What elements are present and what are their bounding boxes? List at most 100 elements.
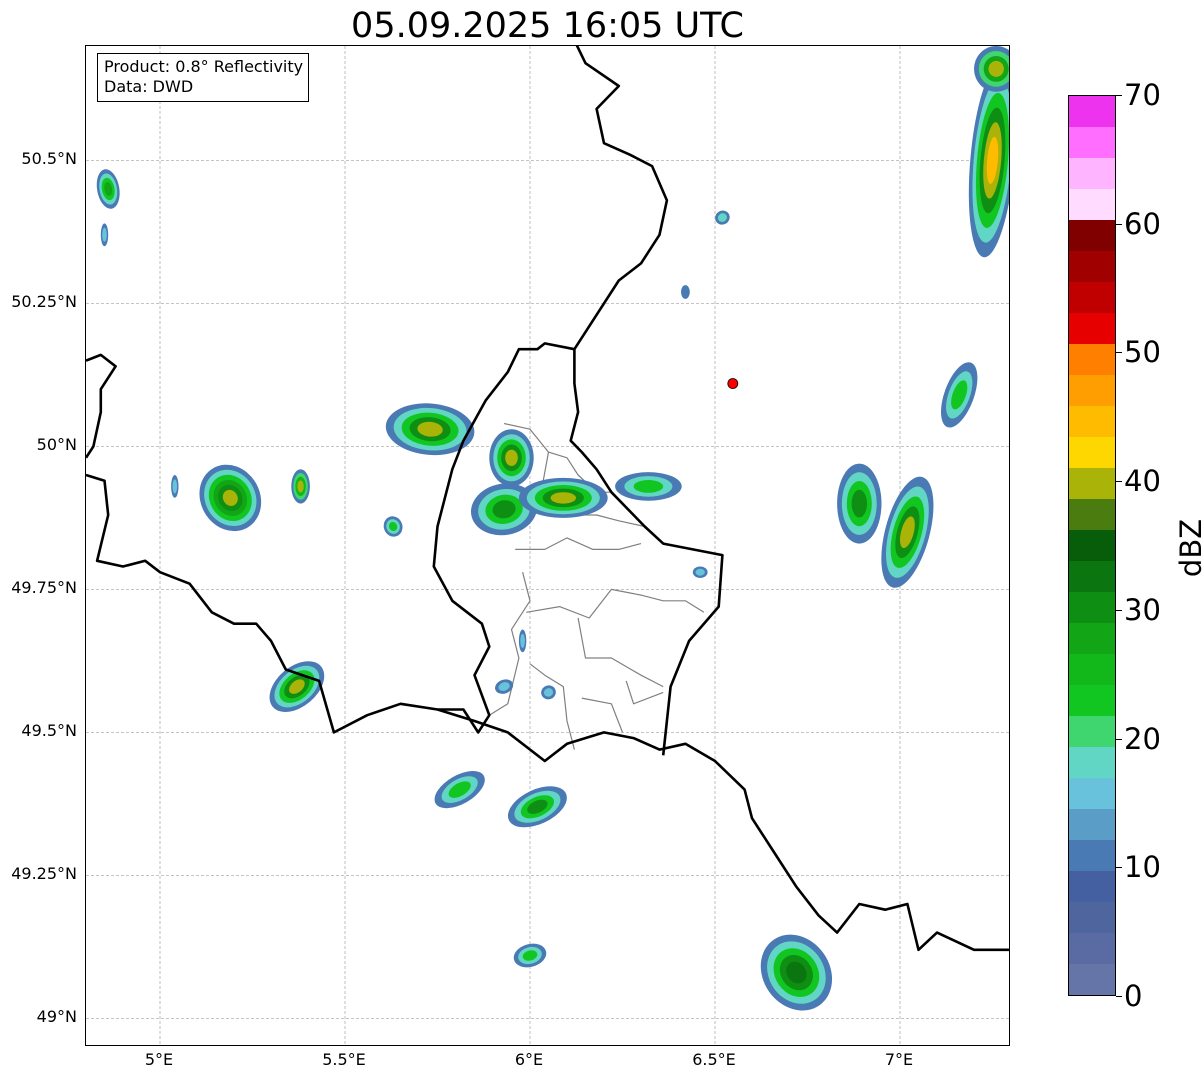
echo-cell bbox=[518, 477, 608, 518]
colorbar-segment bbox=[1069, 808, 1115, 840]
echo-level bbox=[520, 633, 525, 648]
echo-cell bbox=[269, 661, 325, 712]
lat-tick-label: 49°N bbox=[36, 1007, 77, 1027]
colorbar-tick bbox=[1116, 352, 1122, 353]
colorbar-segment bbox=[1069, 529, 1115, 561]
colorbar-segment bbox=[1069, 839, 1115, 871]
lon-tick-label: 7°E bbox=[884, 1050, 914, 1069]
colorbar-segment bbox=[1069, 219, 1115, 251]
echo-cell bbox=[291, 469, 310, 504]
colorbar-segment bbox=[1069, 777, 1115, 809]
echo-cell bbox=[96, 169, 120, 209]
echo-cell bbox=[715, 210, 730, 225]
country-border-line bbox=[432, 342, 575, 734]
echo-level bbox=[633, 480, 664, 493]
colorbar-tick bbox=[1116, 481, 1122, 482]
colorbar-segment bbox=[1069, 436, 1115, 468]
echo-cell bbox=[513, 943, 547, 968]
colorbar-segment bbox=[1069, 653, 1115, 685]
echo-level bbox=[297, 480, 304, 493]
lat-tick-label: 49.5°N bbox=[21, 721, 77, 741]
colorbar-segment bbox=[1069, 622, 1115, 654]
echo-cell bbox=[385, 403, 475, 456]
colorbar-unit-label: dBZ bbox=[1174, 518, 1202, 578]
lat-tick-label: 50°N bbox=[36, 435, 77, 455]
colorbar-segment bbox=[1069, 901, 1115, 933]
admin-border-line bbox=[515, 537, 642, 550]
country-border-line bbox=[86, 473, 1009, 952]
admin-border-line bbox=[577, 617, 664, 688]
data-source-label: Data: DWD bbox=[104, 77, 194, 96]
colorbar-segment bbox=[1069, 715, 1115, 747]
colorbar-segment bbox=[1069, 746, 1115, 778]
colorbar-tick-label: 0 bbox=[1124, 979, 1143, 1013]
lat-tick-label: 50.5°N bbox=[21, 149, 77, 169]
echo-level bbox=[851, 489, 867, 518]
radar-site-marker bbox=[727, 378, 739, 389]
lon-tick-label: 5°E bbox=[144, 1050, 174, 1069]
colorbar-tick-label: 50 bbox=[1124, 335, 1161, 370]
colorbar-tick bbox=[1116, 739, 1122, 740]
colorbar-segment bbox=[1069, 126, 1115, 158]
map-title: 05.09.2025 16:05 UTC bbox=[351, 6, 744, 46]
colorbar-segment bbox=[1069, 157, 1115, 189]
colorbar-segment bbox=[1069, 467, 1115, 499]
echo-cell bbox=[100, 223, 109, 247]
echo-cell bbox=[692, 566, 708, 578]
echo-cell bbox=[837, 463, 882, 544]
lat-tick-label: 50.25°N bbox=[11, 292, 77, 312]
echo-level bbox=[988, 60, 1004, 77]
colorbar-segment bbox=[1069, 932, 1115, 964]
gridlines bbox=[86, 46, 1009, 1045]
colorbar-tick bbox=[1116, 224, 1122, 225]
colorbar-segment bbox=[1069, 250, 1115, 282]
echo-cell bbox=[489, 429, 534, 487]
colorbar-tick bbox=[1116, 610, 1122, 611]
radar-echoes bbox=[96, 46, 1009, 1011]
lat-tick-label: 49.25°N bbox=[11, 864, 77, 884]
colorbar-segment bbox=[1069, 343, 1115, 375]
echo-cell bbox=[434, 770, 485, 809]
echo-cell bbox=[383, 516, 403, 537]
echo-cell bbox=[507, 786, 567, 828]
echo-cell bbox=[495, 679, 514, 694]
echo-level bbox=[172, 479, 178, 494]
echo-cell bbox=[881, 476, 934, 588]
colorbar-segment bbox=[1069, 498, 1115, 530]
colorbar-segment bbox=[1069, 560, 1115, 592]
product-info-box: Product: 0.8° Reflectivity Data: DWD bbox=[97, 53, 310, 102]
colorbar-segment bbox=[1069, 312, 1115, 344]
colorbar-segment bbox=[1069, 405, 1115, 437]
echo-cell bbox=[518, 629, 527, 653]
colorbar-tick-label: 30 bbox=[1124, 592, 1161, 627]
colorbar-segment bbox=[1069, 281, 1115, 313]
lon-tick-label: 6°E bbox=[514, 1050, 544, 1069]
colorbar-segment bbox=[1069, 188, 1115, 220]
admin-border-line bbox=[529, 663, 575, 750]
country-border-line bbox=[569, 46, 724, 756]
colorbar-segment bbox=[1069, 374, 1115, 406]
echo-cell bbox=[968, 63, 1009, 258]
echo-level bbox=[550, 492, 576, 504]
echo-cell bbox=[541, 685, 556, 700]
admin-border-line bbox=[526, 588, 705, 619]
echo-cell bbox=[760, 934, 833, 1011]
colorbar bbox=[1068, 95, 1116, 996]
radar-site bbox=[727, 378, 739, 389]
colorbar-tick-label: 60 bbox=[1124, 206, 1161, 241]
colorbar-tick-label: 40 bbox=[1124, 464, 1161, 499]
echo-cell bbox=[941, 362, 978, 428]
radar-map[interactable] bbox=[85, 45, 1010, 1046]
echo-level bbox=[102, 227, 107, 242]
echo-cell bbox=[974, 46, 1009, 92]
lat-tick-label: 49.75°N bbox=[11, 578, 77, 598]
country-border-line bbox=[86, 353, 117, 459]
product-label: Product: 0.8° Reflectivity bbox=[104, 57, 304, 76]
admin-border-line bbox=[581, 697, 624, 733]
colorbar-segment bbox=[1069, 591, 1115, 623]
colorbar-segment bbox=[1069, 870, 1115, 902]
echo-level bbox=[681, 285, 690, 299]
lon-tick-label: 6.5°E bbox=[692, 1050, 736, 1069]
colorbar-tick-label: 10 bbox=[1124, 850, 1161, 885]
colorbar-tick-label: 70 bbox=[1124, 78, 1161, 112]
